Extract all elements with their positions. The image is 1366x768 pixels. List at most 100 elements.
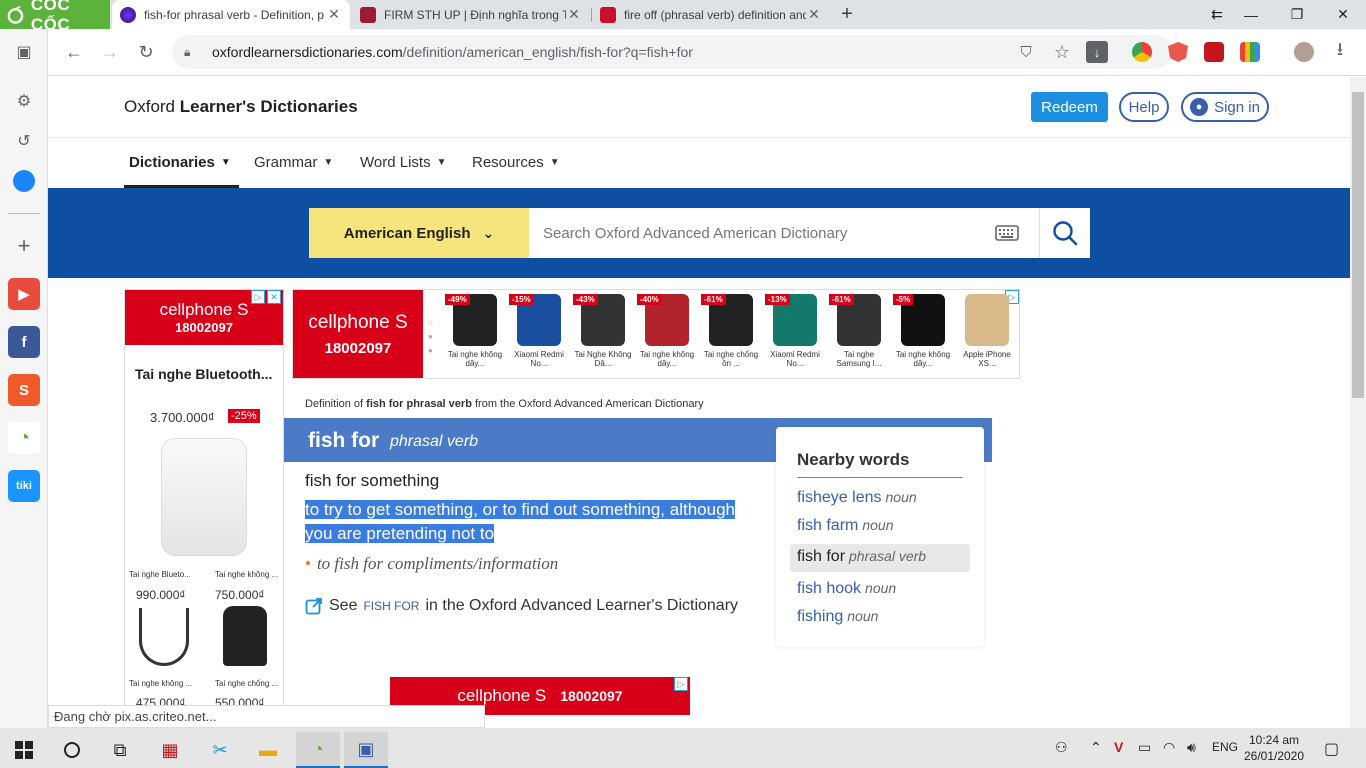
bookmark-star-icon[interactable]: ☆ [1048,38,1076,66]
tab-fish-for[interactable]: fish-for phrasal verb - Definition, p ✕ [112,0,350,29]
notification-icon[interactable]: ▢ [1324,739,1339,759]
windows-start-icon[interactable] [2,732,46,768]
ad-product-image [965,294,1009,346]
youtube-icon[interactable]: ▶ [8,278,40,310]
volume-icon[interactable]: 🔊︎ [1187,739,1196,756]
clock-time: 10:24 am [1248,733,1300,747]
earbuds-image[interactable] [223,606,267,666]
ad-product-name: Tai nghe Samsung I... [836,350,882,368]
close-tab-icon[interactable]: ✕ [326,6,342,23]
search-button[interactable] [1039,208,1090,258]
add-app-icon[interactable]: + [8,230,40,262]
browser-tab-bar: CỐC CỐC fish-for phrasal verb - Definiti… [0,0,1366,34]
ad-top[interactable]: cellphone S 18002097 ○ ● ● ▷ -49% Tai nghe … [292,289,1020,379]
settings-gear-icon[interactable]: ⚙ [8,85,40,117]
nearby-word[interactable]: fisheye lens noun [797,489,917,507]
app-red-icon[interactable]: ▦ [148,732,192,768]
ad-product-card[interactable]: -5% Tai nghe không dây... [891,294,955,378]
nav-grammar[interactable]: Grammar ▼ [254,154,333,171]
back-button[interactable]: ← [60,38,88,66]
nav-word-lists[interactable]: Word Lists ▼ [360,154,446,171]
cellphones-banner[interactable]: cellphone S 18002097 [293,290,423,378]
app-taskbar-icon[interactable]: ▣ [344,732,388,768]
nav-dictionaries[interactable]: Dictionaries ▼ [129,154,231,171]
ad-carousel-dots[interactable]: ○ ● ● [428,316,433,358]
tiki-icon[interactable]: tiki [8,470,40,502]
redeem-button[interactable]: Redeem [1031,92,1108,122]
sidebar-toggle-icon[interactable]: ▣ [8,36,40,68]
help-button[interactable]: Help [1119,92,1169,122]
ad-product-card[interactable]: Apple iPhone XS... [955,294,1019,378]
adblock-shield-icon[interactable] [1168,42,1188,62]
example-text: to fish for compliments/information [316,554,559,573]
user-icon: ● [1190,98,1209,116]
ad-product-card[interactable]: -40% Tai nghe không dây... [635,294,699,378]
red-ext-icon[interactable] [1204,42,1224,62]
close-tab-icon[interactable]: ✕ [806,6,822,23]
search-circle-icon[interactable] [50,732,94,768]
site-logo[interactable]: Oxford Learner's Dictionaries [124,97,358,117]
messenger-icon[interactable] [8,165,40,197]
example-sentence: • to fish for compliments/information [305,554,558,574]
browser-logo[interactable]: CỐC CỐC [0,0,110,34]
nearby-word[interactable]: fish farm noun [797,517,894,535]
search-input[interactable] [529,208,1039,258]
ad-product-card[interactable]: -13% Xiaomi Redmi No... [763,294,827,378]
reload-button[interactable]: ↻ [132,38,160,66]
download-ext-icon[interactable]: ↓ [1086,41,1108,63]
history-icon[interactable]: ↺ [8,125,40,157]
ad-product-card[interactable]: -15% Xiaomi Redmi No... [507,294,571,378]
restore-button[interactable]: ❐ [1274,0,1320,29]
unikey-icon[interactable]: V [1114,739,1123,755]
battery-icon[interactable]: ▭ [1138,739,1151,756]
snipping-tool-icon[interactable]: ✂ [198,732,242,768]
earphones-image[interactable] [139,608,189,666]
ad-product-name: Tai Nghe Không Dâ... [574,350,632,368]
ad-left[interactable]: cellphone S 18002097 ▷ ✕ Tai nghe Blueto… [124,289,284,728]
ad-product-card[interactable]: -43% Tai Nghe Không Dâ... [571,294,635,378]
close-tab-icon[interactable]: ✕ [566,6,582,23]
file-explorer-icon[interactable]: ▬ [246,732,290,768]
downloads-icon[interactable]: ⭳ [1326,38,1354,66]
sign-in-button[interactable]: ● Sign in [1181,92,1269,122]
nearby-word[interactable]: fishing noun [797,608,878,626]
scrollbar-thumb[interactable] [1352,92,1364,398]
profile-avatar[interactable] [1294,42,1314,62]
keyboard-icon[interactable] [995,224,1019,242]
new-tab-button[interactable]: + [836,3,858,25]
adchoices-icon[interactable]: ▷ [251,290,265,304]
minimize-button[interactable]: — [1228,0,1274,29]
facebook-icon[interactable]: f [8,326,40,358]
color-ext-icon[interactable] [1240,42,1260,62]
ad-close-icon[interactable]: ✕ [267,290,281,304]
nearby-word[interactable]: fish hook noun [797,580,896,598]
see-also-link[interactable]: See FISH FOR in the Oxford Advanced Lear… [305,597,738,615]
see-suffix: in the Oxford Advanced Learner's Diction… [425,597,739,614]
nearby-word-current[interactable]: fish for phrasal verb [790,544,970,572]
shopee-icon[interactable]: S [8,374,40,406]
people-icon[interactable]: ⚇ [1055,739,1068,756]
close-window-button[interactable]: ✕ [1320,0,1366,29]
tab-firm-sth-up[interactable]: FIRM STH UP | Định nghĩa trong T ✕ [352,0,590,29]
ad-product-card[interactable]: -49% Tai nghe không dây... [443,294,507,378]
dictionary-select[interactable]: American English ⌄ [309,208,529,258]
task-view-icon[interactable]: ⧉ [98,732,142,768]
forward-button[interactable]: → [96,38,124,66]
ad-product-name: Tai nghe không dây... [447,350,503,368]
ad-product-card[interactable]: -61% Tai nghe Samsung I... [827,294,891,378]
tab-fire-off[interactable]: fire off (phrasal verb) definition and ✕ [592,0,830,29]
taskbar-clock[interactable]: 10:24 am 26/01/2020 [1240,732,1308,764]
coccoc-taskbar-icon[interactable]: ◔ [296,732,340,768]
wifi-icon[interactable]: ◠ [1163,739,1175,756]
airpods-image[interactable] [161,438,247,556]
nav-label: Word Lists [360,154,431,171]
coccoc-app-icon[interactable]: ◔ [8,422,40,454]
nav-resources[interactable]: Resources ▼ [472,154,560,171]
ad-product-card[interactable]: -61% Tai nghe chống ồn ... [699,294,763,378]
see-word[interactable]: FISH FOR [363,599,419,613]
adchoices-icon[interactable]: ▷ [674,677,688,691]
shield-icon[interactable]: ⛉ [1012,38,1040,66]
chrome-ext-icon[interactable] [1132,42,1152,62]
tray-chevron-icon[interactable]: ⌃ [1090,739,1102,756]
language-indicator[interactable]: ENG [1212,740,1238,754]
